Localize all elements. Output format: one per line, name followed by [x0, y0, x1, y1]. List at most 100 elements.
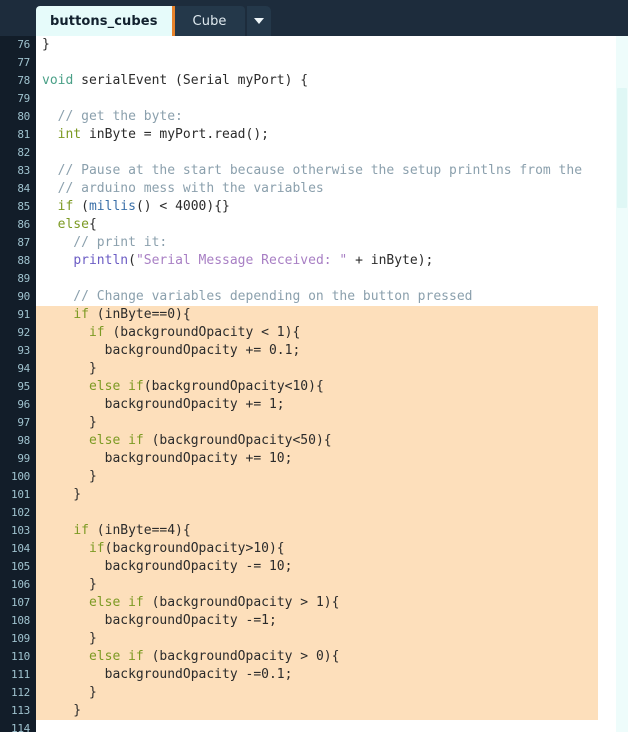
code-line[interactable]: 102 — [0, 504, 628, 522]
tab-menu-button[interactable] — [246, 6, 271, 36]
code-line[interactable]: 113 } — [0, 702, 628, 720]
code-line[interactable]: 103 if (inByte==4){ — [0, 522, 628, 540]
code-line[interactable]: 82 — [0, 144, 628, 162]
code-line[interactable]: 83 // Pause at the start because otherwi… — [0, 162, 628, 180]
token-kw: else if — [88, 649, 144, 664]
line-number: 93 — [17, 344, 30, 357]
code-text[interactable] — [36, 90, 628, 108]
code-line[interactable]: 114 — [0, 720, 628, 732]
code-text[interactable]: if (inByte==4){ — [36, 522, 598, 540]
code-text[interactable]: else if (backgroundOpacity<50){ — [36, 432, 598, 450]
scrollbar-thumb[interactable] — [617, 88, 627, 208]
vertical-scrollbar[interactable] — [616, 36, 628, 732]
code-line[interactable]: 108 backgroundOpacity -=1; — [0, 612, 628, 630]
code-line[interactable]: 81 int inByte = myPort.read(); — [0, 126, 628, 144]
code-text[interactable]: backgroundOpacity -= 10; — [36, 558, 598, 576]
token-pln: backgroundOpacity -=1; — [42, 613, 277, 628]
code-text[interactable]: } — [36, 702, 598, 720]
code-text[interactable]: } — [36, 486, 598, 504]
code-text[interactable]: // Change variables depending on the but… — [36, 288, 628, 306]
code-line[interactable]: 78 void serialEvent (Serial myPort) { — [0, 72, 628, 90]
code-text[interactable]: } — [36, 468, 598, 486]
tab-buttons-cubes[interactable]: buttons_cubes — [36, 6, 175, 36]
code-line[interactable]: 97 } — [0, 414, 628, 432]
editor-area[interactable]: 76} 77 78 void serialEvent (Serial myPort) … — [0, 36, 628, 732]
line-number: 109 — [11, 632, 30, 645]
tab-label: buttons_cubes — [50, 13, 158, 29]
code-line[interactable]: 104 if(backgroundOpacity>10){ — [0, 540, 628, 558]
code-text[interactable]: } — [36, 576, 598, 594]
code-text[interactable] — [36, 270, 628, 288]
code-text[interactable]: } — [36, 360, 598, 378]
code-line[interactable]: 87 // print it: — [0, 234, 628, 252]
code-line[interactable]: 80 // get the byte: — [0, 108, 628, 126]
token-kw: int — [57, 127, 82, 142]
code-line[interactable]: 99 backgroundOpacity += 10; — [0, 450, 628, 468]
code-line[interactable]: 95 else if(backgroundOpacity<10){ — [0, 378, 628, 396]
code-text[interactable]: } — [36, 414, 598, 432]
code-text[interactable]: else if (backgroundOpacity > 1){ — [36, 594, 598, 612]
token-kw: if — [73, 307, 89, 322]
code-text[interactable]: backgroundOpacity -=0.1; — [36, 666, 598, 684]
code-line[interactable]: 105 backgroundOpacity -= 10; — [0, 558, 628, 576]
code-line[interactable]: 85 if (millis() < 4000){} — [0, 198, 628, 216]
code-line[interactable]: 112 } — [0, 684, 628, 702]
token-kw: else if — [88, 433, 144, 448]
line-number: 100 — [11, 470, 30, 483]
tab-cube[interactable]: Cube — [174, 6, 245, 36]
code-text[interactable]: } — [36, 36, 628, 54]
code-text[interactable]: if (millis() < 4000){} — [36, 198, 628, 216]
code-text[interactable]: // print it: — [36, 234, 628, 252]
line-number: 102 — [11, 506, 30, 519]
token-pln — [42, 595, 89, 610]
code-line[interactable]: 106 } — [0, 576, 628, 594]
code-text[interactable]: else if (backgroundOpacity > 0){ — [36, 648, 598, 666]
code-text[interactable]: backgroundOpacity += 10; — [36, 450, 598, 468]
token-cmt: // arduino mess with the variables — [42, 181, 324, 196]
code-text[interactable] — [36, 504, 598, 522]
code-line[interactable]: 107 else if (backgroundOpacity > 1){ — [0, 594, 628, 612]
code-text[interactable]: println("Serial Message Received: " + in… — [36, 252, 628, 270]
code-text[interactable] — [36, 144, 628, 162]
code-text[interactable]: else if(backgroundOpacity<10){ — [36, 378, 598, 396]
code-text[interactable]: int inByte = myPort.read(); — [36, 126, 628, 144]
code-text[interactable] — [36, 54, 628, 72]
code-line[interactable]: 96 backgroundOpacity += 1; — [0, 396, 628, 414]
code-line[interactable]: 84 // arduino mess with the variables — [0, 180, 628, 198]
code-line[interactable]: 77 — [0, 54, 628, 72]
code-text[interactable]: // get the byte: — [36, 108, 628, 126]
code-line[interactable]: 91 if (inByte==0){ — [0, 306, 628, 324]
code-line[interactable]: 76} — [0, 36, 628, 54]
code-text[interactable]: backgroundOpacity -=1; — [36, 612, 598, 630]
code-text[interactable]: } — [36, 630, 598, 648]
code-line[interactable]: 100 } — [0, 468, 628, 486]
code-line[interactable]: 98 else if (backgroundOpacity<50){ — [0, 432, 628, 450]
code-text[interactable] — [36, 720, 628, 732]
token-pln: } — [42, 469, 97, 484]
code-line[interactable]: 92 if (backgroundOpacity < 1){ — [0, 324, 628, 342]
token-kw: else — [57, 217, 89, 232]
code-text[interactable]: // arduino mess with the variables — [36, 180, 628, 198]
code-text[interactable]: void serialEvent (Serial myPort) { — [36, 72, 628, 90]
code-text[interactable]: if (backgroundOpacity < 1){ — [36, 324, 598, 342]
code-text[interactable]: if(backgroundOpacity>10){ — [36, 540, 598, 558]
code-line[interactable]: 89 — [0, 270, 628, 288]
code-text[interactable]: } — [36, 684, 598, 702]
code-rows: 76} 77 78 void serialEvent (Serial myPort) … — [0, 36, 628, 732]
code-line[interactable]: 101 } — [0, 486, 628, 504]
code-line[interactable]: 90 // Change variables depending on the … — [0, 288, 628, 306]
code-text[interactable]: backgroundOpacity += 1; — [36, 396, 598, 414]
code-line[interactable]: 86 else{ — [0, 216, 628, 234]
code-line[interactable]: 93 backgroundOpacity += 0.1; — [0, 342, 628, 360]
code-line[interactable]: 109 } — [0, 630, 628, 648]
code-line[interactable]: 110 else if (backgroundOpacity > 0){ — [0, 648, 628, 666]
code-text[interactable]: if (inByte==0){ — [36, 306, 598, 324]
code-line[interactable]: 79 — [0, 90, 628, 108]
code-line[interactable]: 88 println("Serial Message Received: " +… — [0, 252, 628, 270]
code-text[interactable]: // Pause at the start because otherwise … — [36, 162, 628, 180]
code-line[interactable]: 94 } — [0, 360, 628, 378]
code-line[interactable]: 111 backgroundOpacity -=0.1; — [0, 666, 628, 684]
token-pln — [42, 217, 58, 232]
code-text[interactable]: backgroundOpacity += 0.1; — [36, 342, 598, 360]
code-text[interactable]: else{ — [36, 216, 628, 234]
